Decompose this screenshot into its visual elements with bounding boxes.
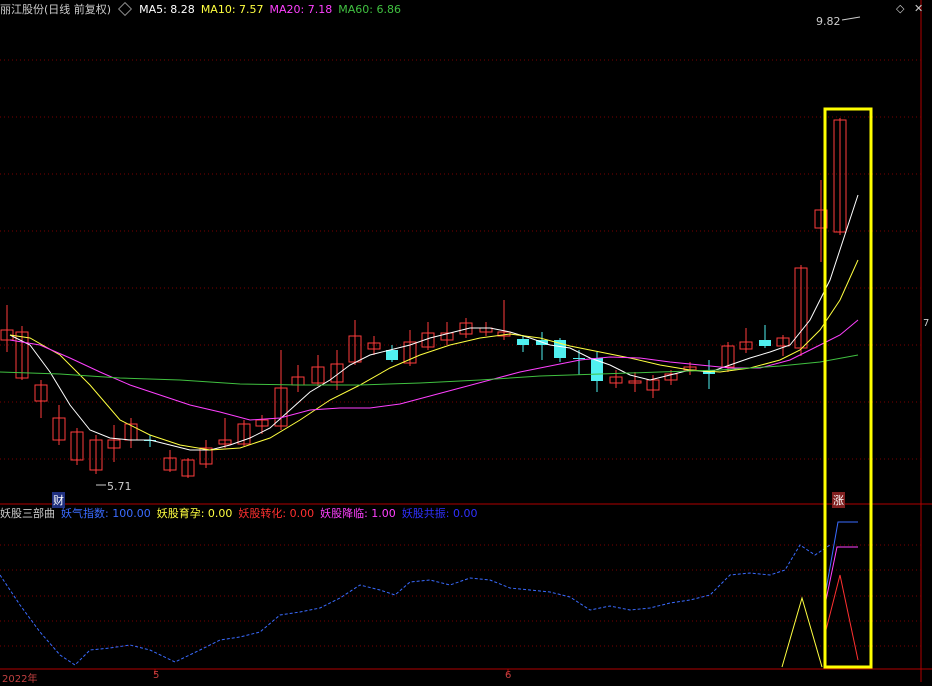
indicator-legend: 妖股三部曲 妖气指数: 100.00 妖股育孕: 0.00 妖股转化: 0.00… bbox=[0, 506, 478, 520]
indicator-item-2: 妖股育孕: 0.00 bbox=[156, 507, 233, 520]
indicator-item-4: 妖股降临: 1.00 bbox=[320, 507, 396, 520]
indicator-item-3: 妖股转化: 0.00 bbox=[238, 507, 315, 520]
time-label-may: 5 bbox=[153, 670, 160, 681]
candle-body bbox=[573, 358, 585, 359]
time-label-start: 2022年 bbox=[2, 674, 38, 685]
right-price-tag: 7 bbox=[923, 318, 930, 329]
low-price-marker: 5.71 bbox=[107, 480, 132, 493]
candle-body bbox=[386, 350, 398, 360]
settings-diamond-icon[interactable]: ◇ bbox=[896, 2, 904, 15]
ma5-label: MA5: 8.28 bbox=[139, 2, 195, 16]
high-price-marker: 9.82 bbox=[816, 15, 841, 28]
limit-up-tag[interactable]: 涨 bbox=[832, 492, 845, 508]
high-marker-arrow bbox=[841, 16, 861, 21]
highlight-box bbox=[823, 107, 873, 669]
indicator-magenta-line bbox=[825, 546, 858, 601]
indicator-name: 妖股三部曲 bbox=[0, 507, 55, 520]
candle-body bbox=[759, 340, 771, 346]
collapse-diamond-icon[interactable] bbox=[118, 1, 133, 17]
indicator-deepblue-line bbox=[825, 521, 858, 591]
indicator-yellow-line bbox=[781, 596, 823, 668]
indicator-item-5: 妖股共振: 0.00 bbox=[401, 507, 478, 520]
ma60-line bbox=[0, 354, 859, 386]
main-legend: 丽江股份(日线 前复权) MA5: 8.28 MA10: 7.57 MA20: … bbox=[0, 1, 401, 17]
indicator-blue-line bbox=[0, 544, 831, 666]
ma10-line bbox=[9, 259, 859, 451]
time-label-june: 6 bbox=[505, 670, 512, 681]
stock-title: 丽江股份(日线 前复权) bbox=[0, 3, 112, 16]
ma5-line bbox=[9, 194, 859, 451]
indicator-item-1: 妖气指数: 100.00 bbox=[61, 507, 151, 520]
ma60-label: MA60: 6.86 bbox=[338, 2, 401, 16]
ma20-label: MA20: 7.18 bbox=[269, 2, 333, 16]
close-icon[interactable]: ✕ bbox=[914, 2, 923, 15]
ma10-label: MA10: 7.57 bbox=[200, 2, 264, 16]
chart-canvas[interactable] bbox=[0, 0, 932, 682]
candle-body bbox=[517, 339, 529, 345]
stock-chart[interactable]: 丽江股份(日线 前复权) MA5: 8.28 MA10: 7.57 MA20: … bbox=[0, 0, 932, 685]
indicator-red-line bbox=[825, 574, 859, 661]
